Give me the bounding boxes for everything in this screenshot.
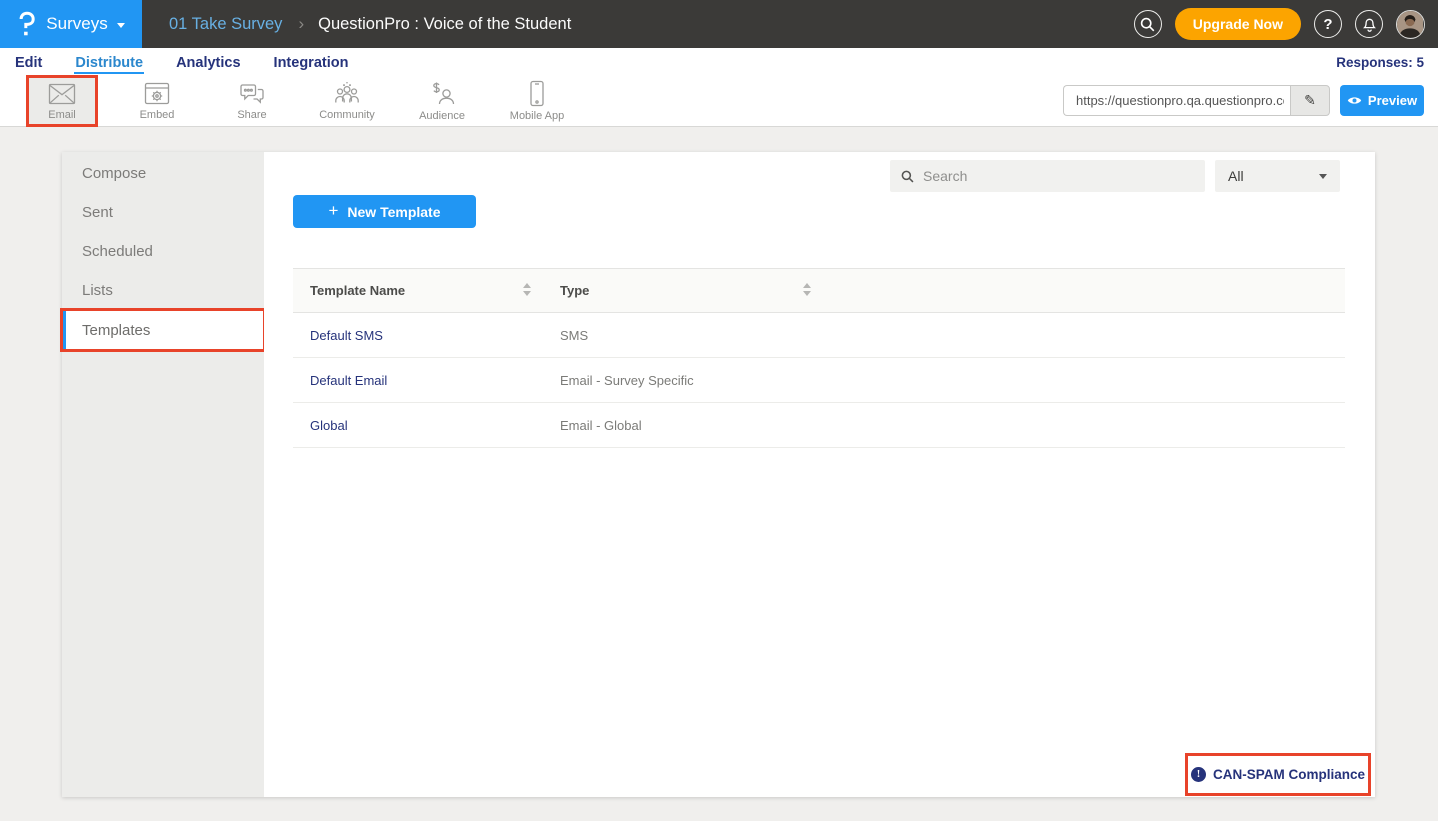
channel-mobile-app-button[interactable]: Mobile App — [502, 76, 572, 126]
sidebar-item-templates[interactable]: Templates — [62, 310, 264, 350]
channel-label: Community — [319, 109, 375, 121]
tab-analytics[interactable]: Analytics — [175, 51, 241, 74]
email-section-card: Compose Sent Scheduled Lists Templates A… — [62, 152, 1375, 797]
type-filter-dropdown[interactable]: All — [1215, 160, 1340, 192]
chevron-down-icon — [117, 23, 125, 28]
email-sidebar: Compose Sent Scheduled Lists Templates — [62, 152, 264, 797]
filter-selected-value: All — [1228, 168, 1244, 184]
plus-icon: + — [328, 201, 338, 221]
channel-label: Embed — [140, 109, 175, 121]
survey-url-group: ✎ — [1063, 85, 1330, 116]
preview-button[interactable]: Preview — [1340, 85, 1424, 116]
sidebar-item-scheduled[interactable]: Scheduled — [62, 232, 264, 271]
template-name-link[interactable]: Default Email — [310, 358, 387, 402]
templates-main-panel: All + New Template Template Name Type De… — [264, 152, 1375, 797]
questionpro-email-templates-screen: Surveys 01 Take Survey › QuestionPro : V… — [0, 0, 1438, 821]
can-spam-label: CAN-SPAM Compliance — [1213, 767, 1365, 782]
sidebar-item-lists[interactable]: Lists — [62, 271, 264, 310]
sidebar-item-compose[interactable]: Compose — [62, 154, 264, 193]
channel-embed-button[interactable]: Embed — [122, 76, 192, 126]
column-header-template-name[interactable]: Template Name — [310, 269, 405, 312]
embed-icon — [144, 82, 170, 106]
table-row: Default SMS SMS — [293, 313, 1345, 358]
edit-url-button[interactable]: ✎ — [1290, 85, 1330, 116]
mobile-app-icon — [529, 80, 545, 107]
eye-icon — [1347, 95, 1362, 106]
breadcrumb: 01 Take Survey › QuestionPro : Voice of … — [169, 14, 571, 34]
template-name-link[interactable]: Global — [310, 403, 348, 447]
tab-distribute[interactable]: Distribute — [74, 51, 144, 74]
surveys-product-menu[interactable]: Surveys — [0, 0, 142, 48]
table-row: Global Email - Global — [293, 403, 1345, 448]
table-row: Default Email Email - Survey Specific — [293, 358, 1345, 403]
chevron-down-icon — [1319, 174, 1327, 179]
can-spam-compliance-link[interactable]: ! CAN-SPAM Compliance — [1191, 767, 1365, 782]
community-icon — [333, 81, 361, 106]
sidebar-item-sent[interactable]: Sent — [62, 193, 264, 232]
share-icon — [239, 82, 266, 106]
channel-audience-button[interactable]: Audience — [407, 76, 477, 126]
channel-label: Email — [48, 109, 76, 121]
breadcrumb-separator-icon: › — [298, 14, 304, 34]
can-spam-annotation-box: ! CAN-SPAM Compliance — [1185, 753, 1371, 796]
search-icon — [901, 170, 914, 183]
tab-edit[interactable]: Edit — [14, 51, 43, 74]
templates-table: Template Name Type Default SMS SMS Defau… — [293, 268, 1345, 448]
sort-icon[interactable] — [523, 283, 531, 296]
new-template-button[interactable]: + New Template — [293, 195, 476, 228]
template-name-link[interactable]: Default SMS — [310, 313, 383, 357]
search-input[interactable] — [923, 168, 1194, 184]
pencil-icon: ✎ — [1304, 92, 1316, 109]
template-type-value: Email - Global — [560, 403, 642, 447]
breadcrumb-survey-name[interactable]: 01 Take Survey — [169, 15, 282, 34]
responses-count: Responses: 5 — [1336, 55, 1424, 70]
channel-email-button[interactable]: Email — [27, 76, 97, 126]
template-type-value: Email - Survey Specific — [560, 358, 694, 402]
channel-share-button[interactable]: Share — [217, 76, 287, 126]
channel-community-button[interactable]: Community — [312, 76, 382, 126]
questionpro-logo-icon — [17, 10, 37, 38]
channel-label: Audience — [419, 110, 465, 122]
email-icon — [48, 82, 76, 106]
table-header-row: Template Name Type — [293, 268, 1345, 313]
template-type-value: SMS — [560, 313, 588, 357]
product-menu-label: Surveys — [46, 14, 107, 34]
upgrade-now-button[interactable]: Upgrade Now — [1175, 8, 1301, 40]
template-search-box — [890, 160, 1205, 192]
preview-label: Preview — [1368, 93, 1417, 108]
audience-icon — [429, 81, 455, 107]
sort-icon[interactable] — [803, 283, 811, 296]
channel-label: Mobile App — [510, 110, 564, 122]
new-template-label: New Template — [347, 204, 440, 220]
top-bar-actions: Upgrade Now ? — [1134, 8, 1438, 40]
survey-nav-tabs: Edit Distribute Analytics Integration Re… — [0, 48, 1438, 76]
channel-label: Share — [237, 109, 266, 121]
info-icon: ! — [1191, 767, 1206, 782]
notifications-bell-icon[interactable] — [1355, 10, 1383, 38]
tab-integration[interactable]: Integration — [273, 51, 350, 74]
help-button[interactable]: ? — [1314, 10, 1342, 38]
search-icon[interactable] — [1134, 10, 1162, 38]
column-header-type[interactable]: Type — [560, 269, 589, 312]
survey-url-input[interactable] — [1063, 85, 1290, 116]
user-avatar[interactable] — [1396, 10, 1425, 39]
page-title: QuestionPro : Voice of the Student — [318, 15, 571, 34]
top-bar: Surveys 01 Take Survey › QuestionPro : V… — [0, 0, 1438, 48]
